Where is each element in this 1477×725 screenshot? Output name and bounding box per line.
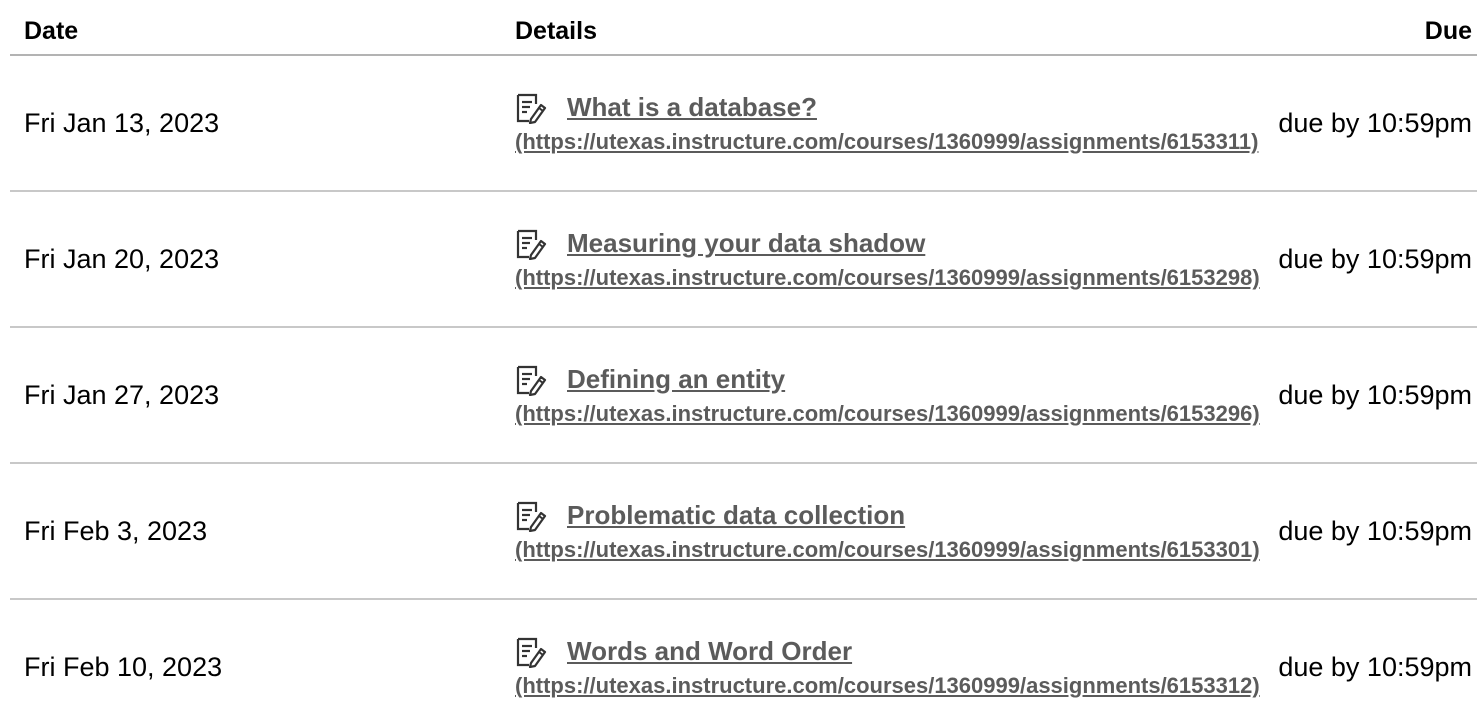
row-due: due by 10:59pm — [1278, 652, 1472, 682]
row-date: Fri Jan 27, 2023 — [24, 380, 220, 410]
row-date: Fri Jan 13, 2023 — [24, 108, 220, 138]
table-row: Fri Jan 20, 2023 Measuring your data sha… — [10, 192, 1477, 328]
table-row: Fri Jan 13, 2023 What is a database? (ht… — [10, 56, 1477, 192]
row-details: What is a database? (https://utexas.inst… — [515, 88, 1395, 168]
row-due: due by 10:59pm — [1278, 244, 1472, 274]
assignment-url-link[interactable]: (https://utexas.instructure.com/courses/… — [515, 673, 1260, 699]
row-details: Defining an entity (https://utexas.instr… — [515, 360, 1395, 440]
assignment-icon — [516, 637, 547, 668]
assignment-title-link[interactable]: Words and Word Order — [567, 636, 852, 666]
row-date: Fri Feb 10, 2023 — [24, 652, 223, 682]
table-row: Fri Feb 10, 2023 Words and Word Order (h… — [10, 600, 1477, 725]
row-details: Measuring your data shadow (https://utex… — [515, 224, 1395, 304]
assignment-title-link[interactable]: Measuring your data shadow — [567, 228, 925, 258]
row-details: Problematic data collection (https://ute… — [515, 496, 1395, 576]
assignment-icon — [516, 365, 547, 396]
assignment-url-link[interactable]: (https://utexas.instructure.com/courses/… — [515, 537, 1260, 563]
row-date: Fri Feb 3, 2023 — [24, 516, 208, 546]
row-due: due by 10:59pm — [1278, 380, 1472, 410]
row-date: Fri Jan 20, 2023 — [24, 244, 220, 274]
table-row: Fri Jan 27, 2023 Defining an entity (htt… — [10, 328, 1477, 464]
table-row: Fri Feb 3, 2023 Problematic data collect… — [10, 464, 1477, 600]
table-header: Date Details Due — [10, 0, 1477, 56]
assignment-title-link[interactable]: Defining an entity — [567, 364, 785, 394]
row-due: due by 10:59pm — [1278, 108, 1472, 138]
assignment-url-link[interactable]: (https://utexas.instructure.com/courses/… — [515, 129, 1258, 155]
row-due: due by 10:59pm — [1278, 516, 1472, 546]
assignment-url-link[interactable]: (https://utexas.instructure.com/courses/… — [515, 265, 1260, 291]
column-header-details: Details — [515, 17, 597, 45]
assignment-url-link[interactable]: (https://utexas.instructure.com/courses/… — [515, 401, 1260, 427]
assignment-schedule-table: Date Details Due Fri Jan 13, 2023 What i… — [0, 0, 1477, 725]
assignment-title-link[interactable]: What is a database? — [567, 92, 817, 122]
row-details: Words and Word Order (https://utexas.ins… — [515, 632, 1395, 712]
column-header-due: Due — [1424, 17, 1472, 45]
assignment-title-link[interactable]: Problematic data collection — [567, 500, 905, 530]
column-header-date: Date — [24, 17, 79, 45]
assignment-icon — [516, 229, 547, 260]
assignment-icon — [516, 501, 547, 532]
assignment-icon — [516, 93, 547, 124]
